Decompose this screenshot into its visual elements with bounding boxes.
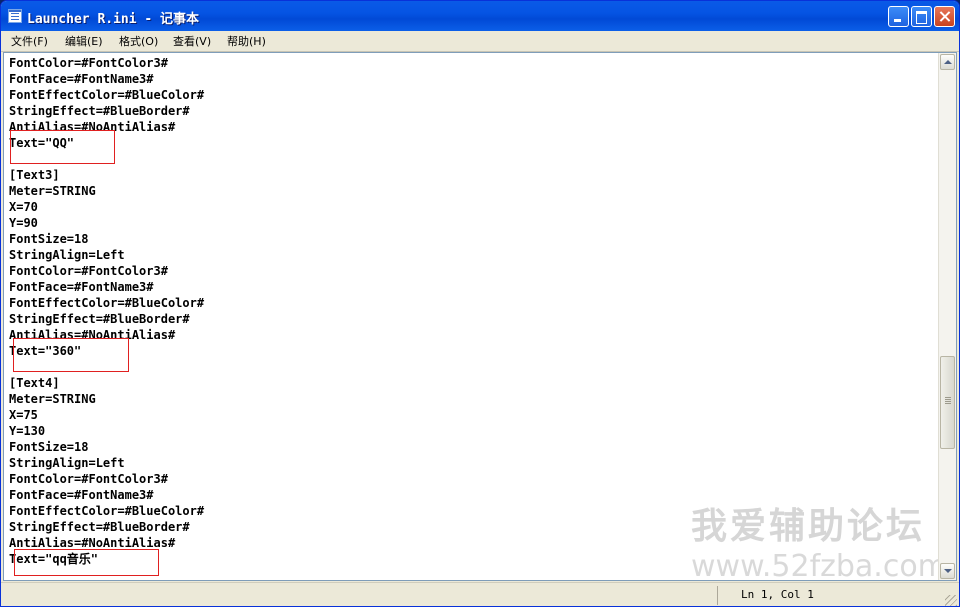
menu-help[interactable]: 帮助(H) — [227, 33, 266, 49]
editor-line[interactable]: X=75 — [9, 407, 204, 423]
menu-view[interactable]: 查看(V) — [173, 33, 211, 49]
editor-line[interactable]: FontColor=#FontColor3# — [9, 263, 204, 279]
editor-line[interactable]: FontEffectColor=#BlueColor# — [9, 295, 204, 311]
scroll-up-button[interactable] — [940, 54, 955, 70]
cursor-position: Ln 1, Col 1 — [741, 588, 814, 601]
menu-edit[interactable]: 编辑(E) — [65, 33, 103, 49]
editor-line[interactable]: Meter=STRING — [9, 391, 204, 407]
editor-line[interactable]: StringAlign=Left — [9, 247, 204, 263]
menu-file[interactable]: 文件(F) — [11, 33, 48, 49]
editor-line[interactable]: StringEffect=#BlueBorder# — [9, 311, 204, 327]
notepad-window: Launcher R.ini - 记事本 文件(F) 编辑(E) 格式(O) 查… — [0, 0, 960, 607]
editor-line[interactable]: StringEffect=#BlueBorder# — [9, 519, 204, 535]
scroll-thumb[interactable] — [940, 356, 955, 449]
editor-line[interactable]: FontColor=#FontColor3# — [9, 471, 204, 487]
minimize-button[interactable] — [888, 6, 909, 27]
maximize-button[interactable] — [911, 6, 932, 27]
editor-line[interactable]: StringEffect=#BlueBorder# — [9, 103, 204, 119]
status-bar: Ln 1, Col 1 — [1, 582, 959, 606]
vertical-scrollbar[interactable] — [938, 53, 956, 580]
notepad-icon[interactable] — [8, 9, 22, 23]
editor-line[interactable]: [Text3] — [9, 167, 204, 183]
editor-line[interactable]: X=70 — [9, 199, 204, 215]
editor-line[interactable]: FontEffectColor=#BlueColor# — [9, 503, 204, 519]
menu-bar: 文件(F) 编辑(E) 格式(O) 查看(V) 帮助(H) — [1, 31, 959, 52]
editor-line[interactable]: FontFace=#FontName3# — [9, 71, 204, 87]
editor-line[interactable]: [Text4] — [9, 375, 204, 391]
watermark-title: 我爱辅助论坛 — [691, 506, 926, 547]
editor-line[interactable]: Meter=STRING — [9, 183, 204, 199]
editor-line[interactable]: FontSize=18 — [9, 231, 204, 247]
editor-line[interactable]: FontSize=18 — [9, 439, 204, 455]
editor-line[interactable]: Y=90 — [9, 215, 204, 231]
scroll-down-button[interactable] — [940, 563, 955, 579]
thumb-grip-icon — [945, 397, 951, 398]
title-bar[interactable]: Launcher R.ini - 记事本 — [1, 1, 959, 31]
watermark-url: www.52fzba.com — [691, 549, 947, 584]
editor-line[interactable]: FontEffectColor=#BlueColor# — [9, 87, 204, 103]
annotation-box-qq-music — [14, 549, 159, 576]
status-divider — [717, 586, 718, 605]
close-button[interactable] — [934, 6, 955, 27]
annotation-box-qq — [10, 130, 115, 164]
editor-line[interactable]: FontFace=#FontName3# — [9, 279, 204, 295]
window-title: Launcher R.ini - 记事本 — [27, 12, 200, 27]
menu-format[interactable]: 格式(O) — [119, 33, 158, 49]
annotation-box-360 — [13, 338, 129, 372]
editor-line[interactable]: FontFace=#FontName3# — [9, 487, 204, 503]
editor-line[interactable]: FontColor=#FontColor3# — [9, 55, 204, 71]
editor-line[interactable]: StringAlign=Left — [9, 455, 204, 471]
resize-grip-icon[interactable] — [945, 595, 957, 606]
editor-line[interactable]: Y=130 — [9, 423, 204, 439]
